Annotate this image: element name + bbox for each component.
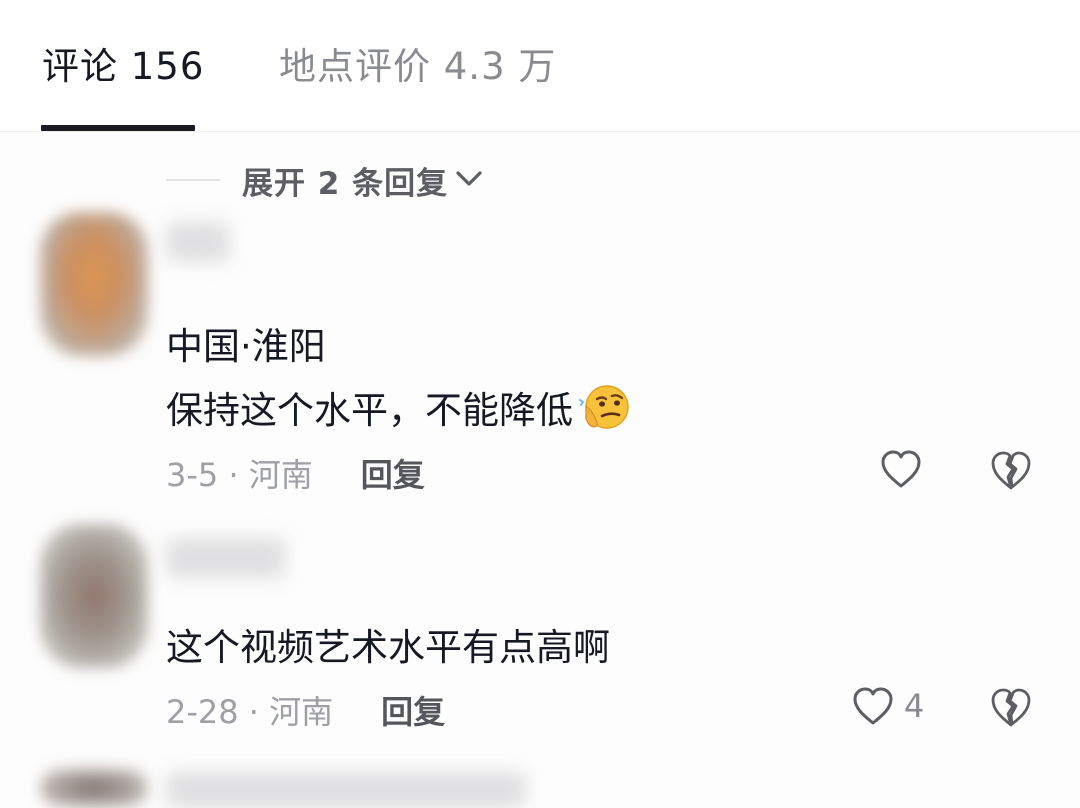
username-blurred[interactable] <box>166 222 230 262</box>
comment-meta: 2-28 · 河南 回复 <box>166 687 445 733</box>
expand-replies-label: 展开 2 条回复 <box>242 165 449 202</box>
broken-heart-icon[interactable] <box>989 685 1033 733</box>
comment-date-region: 3-5 · 河南 <box>166 456 313 494</box>
avatar[interactable] <box>40 524 148 668</box>
reply-button[interactable]: 回复 <box>361 450 425 496</box>
comment-meta: 3-5 · 河南 回复 <box>166 450 425 496</box>
tab-comments[interactable]: 评论 156 <box>42 36 204 90</box>
comment-text-content: 这个视频艺术水平有点高啊 <box>166 626 610 669</box>
active-tab-indicator <box>41 125 195 131</box>
tab-bar: 评论 156 地点评价 4.3 万 <box>0 0 1080 132</box>
chevron-down-icon <box>454 167 484 193</box>
like-count: 4 <box>904 687 925 725</box>
expand-replies-button[interactable]: 展开 2 条回复 <box>166 158 484 202</box>
comment-date-region: 2-28 · 河南 <box>166 693 334 731</box>
thinking-face-emoji <box>577 382 631 432</box>
broken-heart-icon[interactable] <box>989 448 1033 496</box>
avatar[interactable] <box>40 768 148 808</box>
expand-divider-line <box>166 179 220 181</box>
comment-text: 这个视频艺术水平有点高啊 <box>166 617 610 671</box>
tab-place-reviews[interactable]: 地点评价 4.3 万 <box>279 36 556 90</box>
username-blurred[interactable] <box>166 772 526 808</box>
heart-outline-icon[interactable] <box>879 448 923 494</box>
avatar[interactable] <box>40 212 148 356</box>
heart-outline-icon[interactable] <box>851 685 895 731</box>
comment-text: 保持这个水平，不能降低 <box>166 380 631 434</box>
comment-location-tag: 中国·淮阳 <box>166 325 326 368</box>
username-blurred[interactable] <box>166 538 286 578</box>
reply-button[interactable]: 回复 <box>381 687 445 733</box>
comment-text-content: 保持这个水平，不能降低 <box>166 389 573 432</box>
